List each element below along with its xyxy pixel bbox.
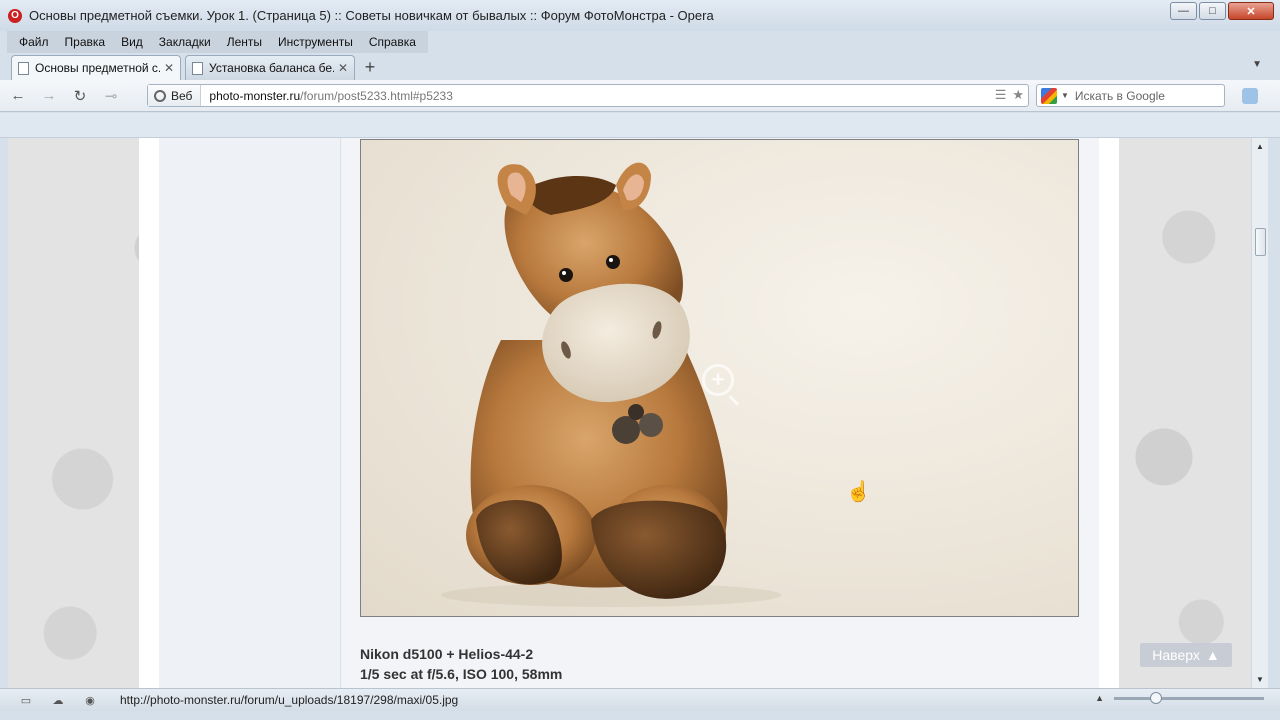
url-path: /forum/post5233.html#p5233	[300, 88, 453, 103]
menu-strip: Файл Правка Вид Закладки Ленты Инструмен…	[7, 31, 428, 53]
panel-toggle-icon[interactable]: ▭	[18, 693, 34, 707]
tab-white-balance[interactable]: Установка баланса бе... ✕	[185, 55, 355, 80]
url-host: photo-monster.ru	[209, 88, 301, 103]
hand-cursor-icon: ☝	[846, 481, 871, 503]
menu-bar: Файл Правка Вид Закладки Ленты Инструмен…	[0, 31, 1280, 53]
web-badge-label: Веб	[171, 88, 193, 103]
menu-file[interactable]: Файл	[11, 31, 57, 53]
tab-lesson[interactable]: Основы предметной с... ✕	[11, 55, 181, 80]
opera-unite-icon[interactable]: ☁	[50, 693, 66, 707]
page-icon	[18, 61, 29, 75]
photo-caption: Nikon d5100 + Helios-44-2 1/5 sec at f/5…	[360, 644, 562, 684]
scroll-up-icon[interactable]: ▲	[1256, 142, 1264, 151]
url-text[interactable]: photo-monster.ru/forum/post5233.html#p52…	[201, 89, 452, 103]
zoom-arrow-icon[interactable]: ▲	[1095, 693, 1104, 703]
menu-view[interactable]: Вид	[113, 31, 151, 53]
content-column: + Nikon d5100 + Helios-44-2 1/5 sec at f…	[139, 138, 1119, 688]
arrow-up-icon: ▲	[1205, 647, 1220, 663]
menu-tools[interactable]: Инструменты	[270, 31, 361, 53]
menu-bookmarks[interactable]: Закладки	[151, 31, 219, 53]
menu-edit[interactable]: Правка	[57, 31, 114, 53]
zoom-slider-knob[interactable]	[1150, 691, 1162, 704]
turbo-icon[interactable]: ◉	[82, 693, 98, 707]
opera-logo-icon[interactable]: O	[8, 8, 22, 23]
page-scrollbar[interactable]: ▲ ▼	[1251, 138, 1268, 688]
window-title: Основы предметной съемки. Урок 1. (Стран…	[29, 8, 714, 23]
extension-icon[interactable]	[1242, 88, 1258, 104]
zoom-icon[interactable]: +	[702, 364, 734, 396]
search-placeholder: Искать в Google	[1074, 88, 1165, 103]
forward-button[interactable]: →	[36, 84, 62, 108]
search-engine-dropdown-icon[interactable]: ▼	[1061, 91, 1069, 100]
bookmarks-bar	[0, 113, 1280, 138]
bookmark-star-icon[interactable]: ★	[1012, 87, 1024, 103]
globe-icon	[154, 89, 166, 102]
scroll-thumb[interactable]	[1255, 228, 1266, 256]
maximize-button[interactable]: □	[1199, 2, 1226, 20]
address-field[interactable]: Веб photo-monster.ru/forum/post5233.html…	[147, 84, 1029, 107]
tab-label: Установка баланса бе...	[209, 61, 334, 75]
menu-feeds[interactable]: Ленты	[219, 31, 270, 53]
window-controls: — □ ✕	[1170, 2, 1274, 20]
address-toolbar: ← → ↻ ⊸ Веб photo-monster.ru/forum/post5…	[0, 80, 1280, 112]
scroll-down-icon[interactable]: ▼	[1256, 675, 1264, 684]
reload-button[interactable]: ↻	[67, 84, 93, 108]
tab-bar: Основы предметной с... ✕ Установка балан…	[0, 53, 1280, 80]
back-to-top-label: Наверх	[1152, 647, 1200, 663]
tab-close-icon[interactable]: ✕	[164, 61, 174, 75]
search-field[interactable]: ▼ Искать в Google	[1036, 84, 1225, 107]
back-button[interactable]: ←	[5, 84, 31, 108]
status-url: http://photo-monster.ru/forum/u_uploads/…	[120, 693, 459, 707]
status-bar: ▭ ☁ ◉ http://photo-monster.ru/forum/u_up…	[0, 688, 1280, 711]
zoom-slider[interactable]	[1114, 691, 1264, 704]
url-actions: ☰ ★	[995, 87, 1024, 103]
google-icon	[1041, 87, 1057, 104]
tab-label: Основы предметной с...	[35, 61, 160, 75]
tab-close-icon[interactable]: ✕	[338, 61, 348, 75]
post-body: + Nikon d5100 + Helios-44-2 1/5 sec at f…	[342, 138, 1099, 688]
title-bar: O Основы предметной съемки. Урок 1. (Стр…	[0, 0, 1280, 31]
post-author-panel	[159, 138, 341, 688]
new-tab-button[interactable]: +	[359, 56, 381, 78]
close-button[interactable]: ✕	[1228, 2, 1274, 20]
window-bottom-edge	[0, 711, 1280, 720]
caption-exif: 1/5 sec at f/5.6, ISO 100, 58mm	[360, 666, 563, 682]
forum-post: + Nikon d5100 + Helios-44-2 1/5 sec at f…	[159, 138, 1099, 688]
post-photo[interactable]: +	[360, 139, 1079, 617]
zoom-controls: ▲	[1095, 691, 1264, 704]
web-badge[interactable]: Веб	[148, 85, 202, 106]
back-to-top-button[interactable]: Наверх ▲	[1140, 643, 1232, 667]
page-icon	[192, 61, 203, 75]
page-viewport: + Nikon d5100 + Helios-44-2 1/5 sec at f…	[8, 138, 1251, 688]
menu-help[interactable]: Справка	[361, 31, 424, 53]
tab-list-icon[interactable]: ▼	[1252, 59, 1262, 70]
caption-camera: Nikon d5100 + Helios-44-2	[360, 646, 534, 662]
wand-key-icon[interactable]: ⊸	[98, 84, 124, 108]
rss-icon[interactable]: ☰	[995, 87, 1007, 103]
minimize-button[interactable]: —	[1170, 2, 1197, 20]
